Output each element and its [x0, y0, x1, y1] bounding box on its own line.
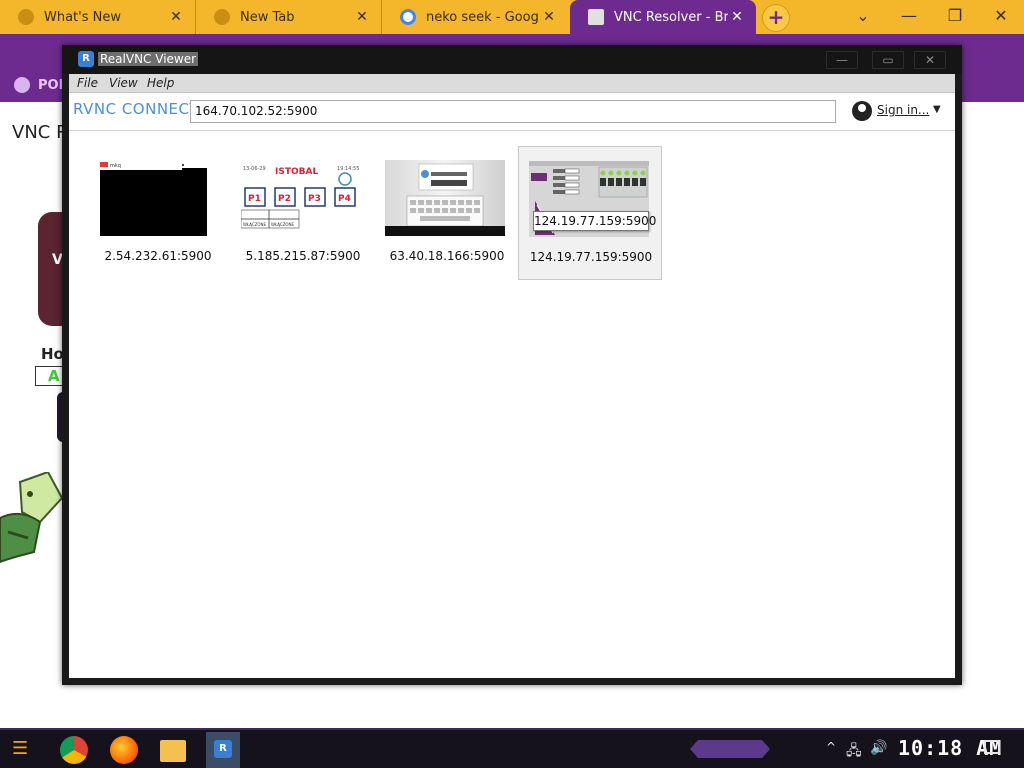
vnc-resolver-icon [588, 9, 604, 25]
connection-label: 63.40.18.166:5900 [389, 249, 505, 263]
connection-card-selected[interactable]: 124.19.77.159:5900 124.19.77.159:5900 [518, 146, 662, 280]
vnc-client-area: File View Help RVNC CONNECT 164.70.102.5… [69, 74, 955, 678]
realvnc-app-icon: R [214, 740, 232, 758]
cartoon-character-image [0, 472, 64, 564]
tab-title: neko seek - Google Se [426, 9, 540, 25]
address-input[interactable]: 164.70.102.52:5900 [190, 100, 836, 123]
user-icon[interactable] [852, 101, 872, 121]
thumbnail-mini-logo: mkq [110, 163, 121, 169]
browser-tab-strip: What's New ✕ New Tab ✕ neko seek - Googl… [0, 0, 1024, 34]
connection-card[interactable]: 63.40.18.166:5900 [375, 146, 519, 280]
tab-search-chevron-down-icon[interactable]: ⌄ [840, 0, 886, 34]
close-tab-icon[interactable]: ✕ [728, 9, 746, 25]
thumbnail-p1-label: P1 [248, 194, 261, 204]
chrome-icon [214, 9, 230, 25]
vnc-title-bar[interactable]: R RealVNC Viewer — ▭ ✕ [62, 45, 962, 74]
menu-help[interactable]: Help [147, 76, 174, 90]
tab-whats-new[interactable]: What's New ✕ [0, 0, 196, 34]
tab-neko-seek[interactable]: neko seek - Google Se ✕ [382, 0, 568, 34]
thumbnail-status-2: WŁĄCZONE [271, 222, 295, 227]
thumbnail-p2-label: P2 [278, 194, 291, 204]
tab-title: VNC Resolver - Brows [614, 9, 728, 25]
tab-title: What's New [44, 9, 121, 25]
file-explorer-icon[interactable] [160, 740, 186, 762]
thumbnail-brand-text: ISTOBAL [275, 167, 318, 177]
taskbar-decoration [690, 740, 770, 758]
realvnc-taskbar-button[interactable]: R [206, 732, 240, 768]
start-button-icon[interactable]: ☰ [12, 738, 38, 762]
connection-label: 5.185.215.87:5900 [245, 249, 361, 263]
tab-title: New Tab [240, 9, 295, 25]
connection-card[interactable]: 13-06-29 ISTOBAL 19:14:55 P1 P2 P3 P4 WŁ… [231, 146, 375, 280]
google-icon [400, 9, 416, 25]
vnc-minimize-button[interactable]: — [826, 51, 858, 69]
network-icon[interactable]: 🖧 [846, 740, 862, 764]
connection-card[interactable]: mkq 2.54.232.61:5900 [86, 146, 230, 280]
tab-new-tab[interactable]: New Tab ✕ [196, 0, 382, 34]
realvnc-app-icon: R [78, 51, 94, 67]
notification-center-icon[interactable] [984, 740, 1000, 754]
bookmark-item[interactable]: POR [14, 77, 69, 93]
connection-label: 124.19.77.159:5900 [529, 250, 653, 264]
restore-window-button[interactable]: ❐ [932, 0, 978, 34]
close-tab-icon[interactable]: ✕ [353, 9, 371, 25]
close-tab-icon[interactable]: ✕ [540, 9, 558, 25]
volume-icon[interactable]: 🔊 [870, 740, 887, 756]
vnc-window-title: RealVNC Viewer [98, 52, 199, 66]
globe-icon [14, 77, 30, 93]
sign-in-link[interactable]: Sign in... [877, 103, 929, 117]
close-tab-icon[interactable]: ✕ [167, 9, 185, 25]
tray-overflow-chevron-icon[interactable]: ^ [826, 740, 836, 754]
vnc-close-button[interactable]: ✕ [914, 51, 946, 69]
new-tab-button[interactable]: + [762, 4, 790, 32]
minimize-window-button[interactable]: — [886, 0, 932, 34]
connections-grid: mkq 2.54.232.61:5900 13-06-29 ISTOBAL 19… [69, 132, 955, 678]
thumbnail-status-1: WŁĄCZONE [243, 222, 267, 227]
vnc-menu-bar: File View Help [69, 74, 955, 93]
connection-label: 2.54.232.61:5900 [104, 249, 212, 263]
chrome-icon [18, 9, 34, 25]
section-heading: Ho [41, 345, 64, 363]
realvnc-viewer-window: R RealVNC Viewer — ▭ ✕ File View Help RV… [62, 45, 962, 685]
connection-thumbnail: 13-06-29 ISTOBAL 19:14:55 P1 P2 P3 P4 WŁ… [241, 160, 361, 236]
address-tooltip: 124.19.77.159:5900 [533, 211, 656, 231]
tab-vnc-resolver[interactable]: VNC Resolver - Brows ✕ [570, 0, 756, 34]
connection-thumbnail [385, 160, 505, 236]
vnc-maximize-button[interactable]: ▭ [872, 51, 904, 69]
windows-taskbar: ☰ R ^ 🖧 🔊 10:18 AM [0, 728, 1024, 768]
close-window-button[interactable]: ✕ [978, 0, 1024, 34]
thumbnail-p4-label: P4 [338, 194, 351, 204]
thumbnail-p3-label: P3 [308, 194, 321, 204]
chrome-taskbar-icon[interactable] [60, 736, 88, 764]
realvnc-connect-logo: RVNC CONNECT [73, 100, 200, 118]
chevron-down-icon[interactable]: ▼ [933, 104, 941, 115]
menu-view[interactable]: View [109, 76, 138, 90]
thumbnail-time-text: 19:14:55 [337, 166, 359, 172]
menu-file[interactable]: File [77, 76, 98, 90]
thumbnail-date-text: 13-06-29 [243, 166, 266, 172]
connection-thumbnail: mkq [96, 160, 216, 236]
vnc-toolbar: RVNC CONNECT 164.70.102.52:5900 Sign in.… [69, 93, 955, 131]
firefox-taskbar-icon[interactable] [110, 736, 138, 764]
page-title: VNC R [12, 122, 69, 143]
